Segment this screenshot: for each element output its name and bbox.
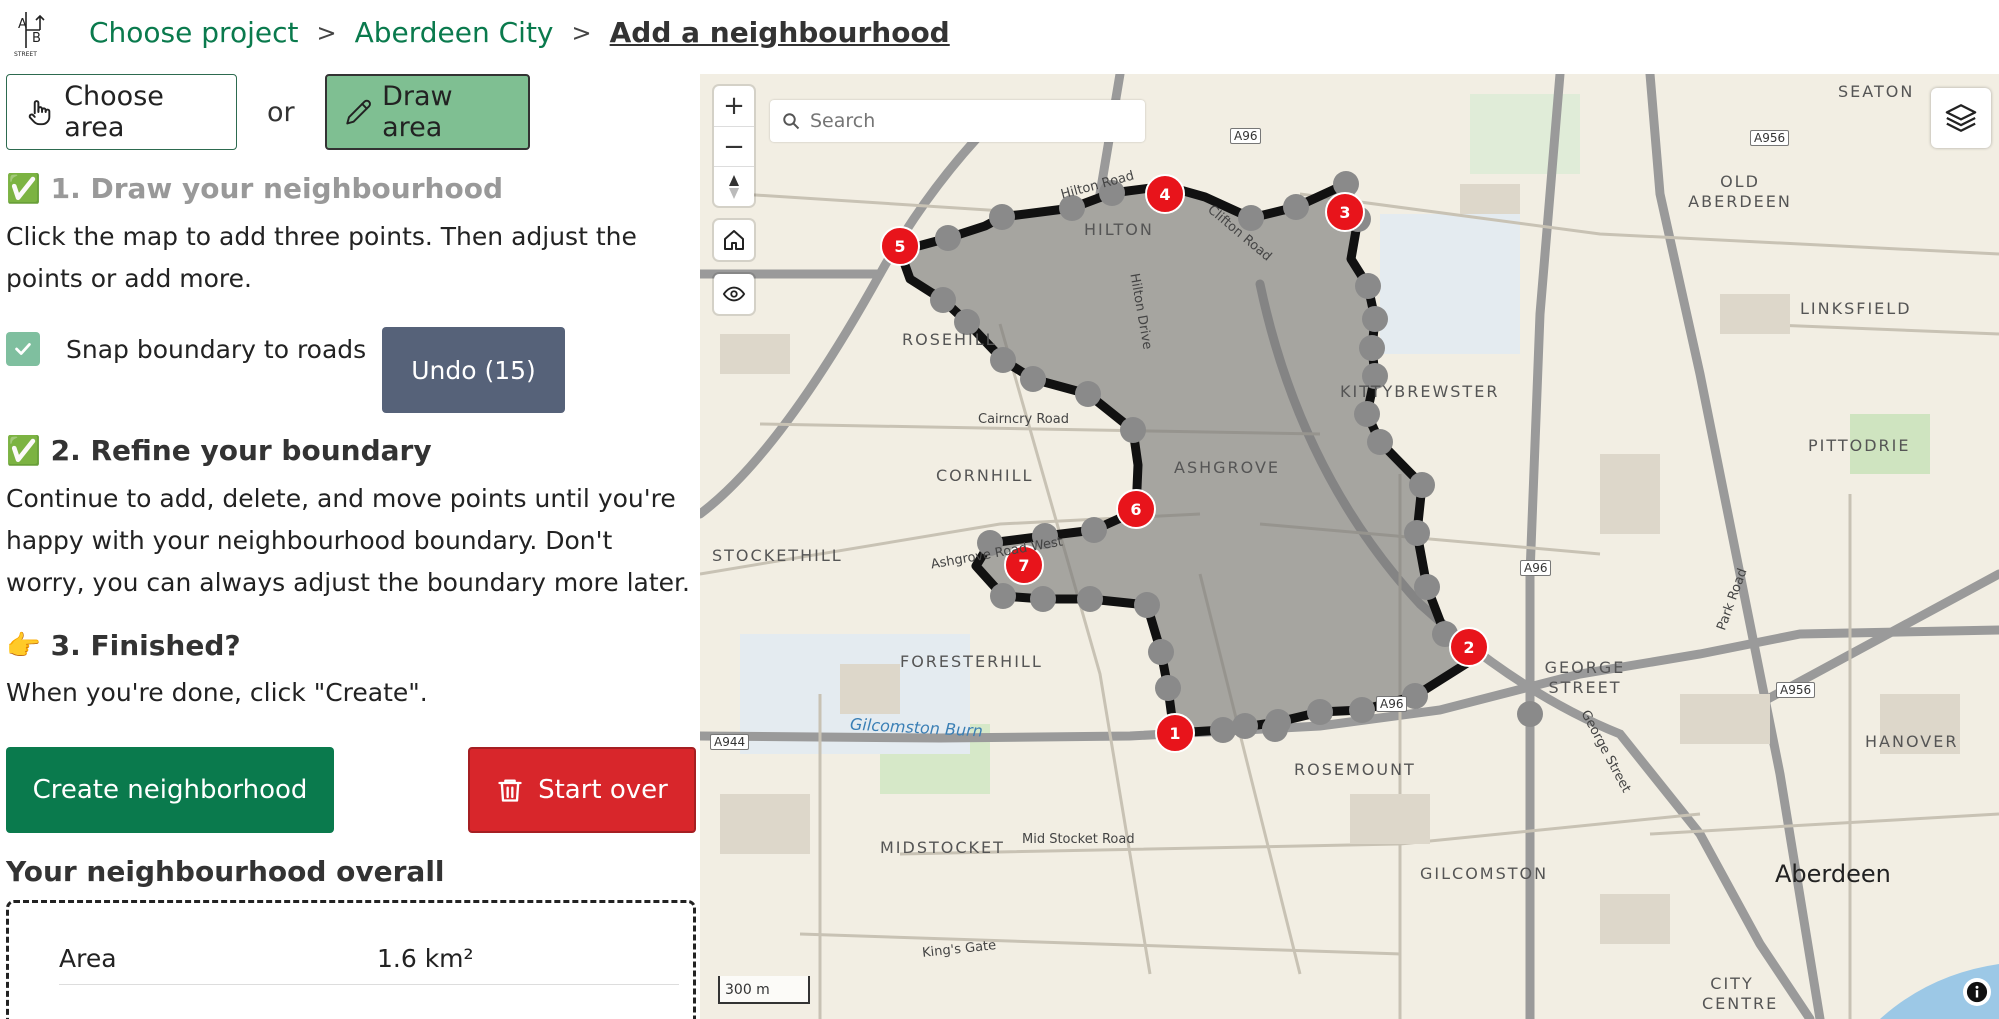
draw-area-button[interactable]: Draw area <box>324 74 530 150</box>
app-header: A B STREET Choose project > Aberdeen Cit… <box>0 0 1999 74</box>
place-label: CITY CENTRE <box>1702 974 1779 1013</box>
scale-bar: 300 m <box>718 976 810 1004</box>
road-shield: A96 <box>1376 696 1408 712</box>
attribution-button[interactable] <box>1963 978 1991 1006</box>
choose-area-button[interactable]: Choose area <box>6 74 237 150</box>
overall-stats-panel: Area 1.6 km² <box>6 900 696 1019</box>
svg-text:7: 7 <box>1018 556 1029 575</box>
start-over-button[interactable]: Start over <box>468 747 696 833</box>
vertex-6[interactable]: 6 <box>1115 488 1157 530</box>
svg-text:6: 6 <box>1130 500 1141 519</box>
home-icon <box>724 230 744 250</box>
checkmark-icon <box>15 343 31 355</box>
svg-text:1: 1 <box>1169 724 1180 743</box>
snap-to-roads-option: Snap boundary to roads <box>6 332 366 366</box>
vertex-4[interactable]: 4 <box>1144 173 1186 215</box>
sidebar: Choose area or Draw area ✅ 1. Draw your … <box>0 74 700 1019</box>
place-label: MIDSTOCKET <box>880 838 1005 857</box>
svg-text:STREET: STREET <box>14 51 37 58</box>
place-label: ASHGROVE <box>1174 458 1281 477</box>
map-search[interactable] <box>770 100 1145 142</box>
eye-icon <box>722 286 746 302</box>
search-input[interactable] <box>810 110 1130 132</box>
undo-button[interactable]: Undo (15) <box>382 327 565 413</box>
road-label: Mid Stocket Road <box>1022 832 1135 847</box>
stat-label: Area <box>59 944 117 973</box>
zoom-controls: + − <box>714 86 754 206</box>
place-label: Aberdeen <box>1775 860 1891 888</box>
place-label: STOCKETHILL <box>712 546 843 565</box>
visibility-toggle-button[interactable] <box>714 274 754 314</box>
place-label: PITTODRIE <box>1808 436 1911 455</box>
choose-area-label: Choose area <box>64 81 164 143</box>
road-shield: A96 <box>1230 128 1262 144</box>
svg-text:5: 5 <box>894 237 905 256</box>
place-label: HILTON <box>1084 220 1154 239</box>
place-label: CORNHILL <box>936 466 1034 485</box>
info-icon <box>1966 981 1988 1003</box>
step2-text: Continue to add, delete, and move points… <box>6 484 690 597</box>
step1-text: Click the map to add three points. Then … <box>6 222 637 293</box>
place-label: FORESTERHILL <box>900 652 1043 671</box>
place-label: HANOVER <box>1865 732 1959 751</box>
svg-text:3: 3 <box>1339 203 1350 222</box>
breadcrumb-separator: > <box>571 18 592 47</box>
or-label: or <box>267 96 295 128</box>
breadcrumb: Choose project > Aberdeen City > Add a n… <box>89 16 950 49</box>
step2-title: ✅ 2. Refine your boundary <box>6 434 432 467</box>
place-label: KITTYBREWSTER <box>1340 382 1500 401</box>
road-shield: A96 <box>1520 560 1552 576</box>
place-label: GILCOMSTON <box>1420 864 1549 883</box>
road-shield: A944 <box>710 734 750 750</box>
home-button[interactable] <box>714 220 754 260</box>
vertex-1[interactable]: 1 <box>1154 712 1196 754</box>
svg-text:2: 2 <box>1463 638 1474 657</box>
stat-value: 1.6 km² <box>377 944 474 973</box>
breadcrumb-choose-project[interactable]: Choose project <box>89 16 298 49</box>
layers-icon <box>1945 104 1977 132</box>
zoom-in-button[interactable]: + <box>714 86 754 126</box>
compass-button[interactable] <box>714 166 754 206</box>
svg-text:4: 4 <box>1159 185 1170 204</box>
overall-title: Your neighbourhood overall <box>6 855 445 888</box>
vertex-5[interactable]: 5 <box>879 225 921 267</box>
trash-icon <box>498 779 522 802</box>
step3-title: 👉 3. Finished? <box>6 629 241 662</box>
pencil-icon <box>345 99 371 125</box>
compass-icon <box>729 174 739 199</box>
step3-text: When you're done, click "Create". <box>6 678 428 707</box>
place-label: LINKSFIELD <box>1800 299 1912 318</box>
page-title: Add a neighbourhood <box>609 16 950 49</box>
place-label: SEATON <box>1838 82 1915 101</box>
road-shield: A956 <box>1750 130 1790 146</box>
vertex-3[interactable]: 3 <box>1324 191 1366 233</box>
snap-label[interactable]: Snap boundary to roads <box>66 335 366 364</box>
place-label: GEORGE STREET <box>1544 658 1626 697</box>
zoom-out-button[interactable]: − <box>714 126 754 166</box>
breadcrumb-aberdeen-city[interactable]: Aberdeen City <box>355 16 554 49</box>
a-b-street-logo[interactable]: A B STREET <box>14 8 50 58</box>
breadcrumb-separator: > <box>316 18 337 47</box>
snap-checkbox[interactable] <box>6 332 40 366</box>
map-view[interactable]: 1 2 3 4 5 6 7 SEATON OLD ABERDEEN LINKSF… <box>700 74 1999 1019</box>
place-label: ROSEHILL <box>902 330 997 349</box>
create-neighbourhood-button[interactable]: Create neighborhood <box>6 747 334 833</box>
vertex-2[interactable]: 2 <box>1448 626 1490 668</box>
svg-text:B: B <box>32 31 41 46</box>
road-shield: A956 <box>1776 682 1816 698</box>
draw-area-label: Draw area <box>382 81 453 143</box>
place-label: OLD ABERDEEN <box>1688 172 1792 211</box>
stat-row-area: Area 1.6 km² <box>59 933 679 985</box>
mode-selector: Choose area or Draw area <box>6 74 530 150</box>
pointer-hand-icon <box>28 100 51 126</box>
layers-button[interactable] <box>1931 88 1991 148</box>
road-label: Cairncry Road <box>978 412 1069 427</box>
step1-title: ✅ 1. Draw your neighbourhood <box>6 172 503 205</box>
place-label: ROSEMOUNT <box>1294 760 1416 779</box>
search-icon <box>783 113 800 130</box>
start-over-label: Start over <box>538 775 668 805</box>
